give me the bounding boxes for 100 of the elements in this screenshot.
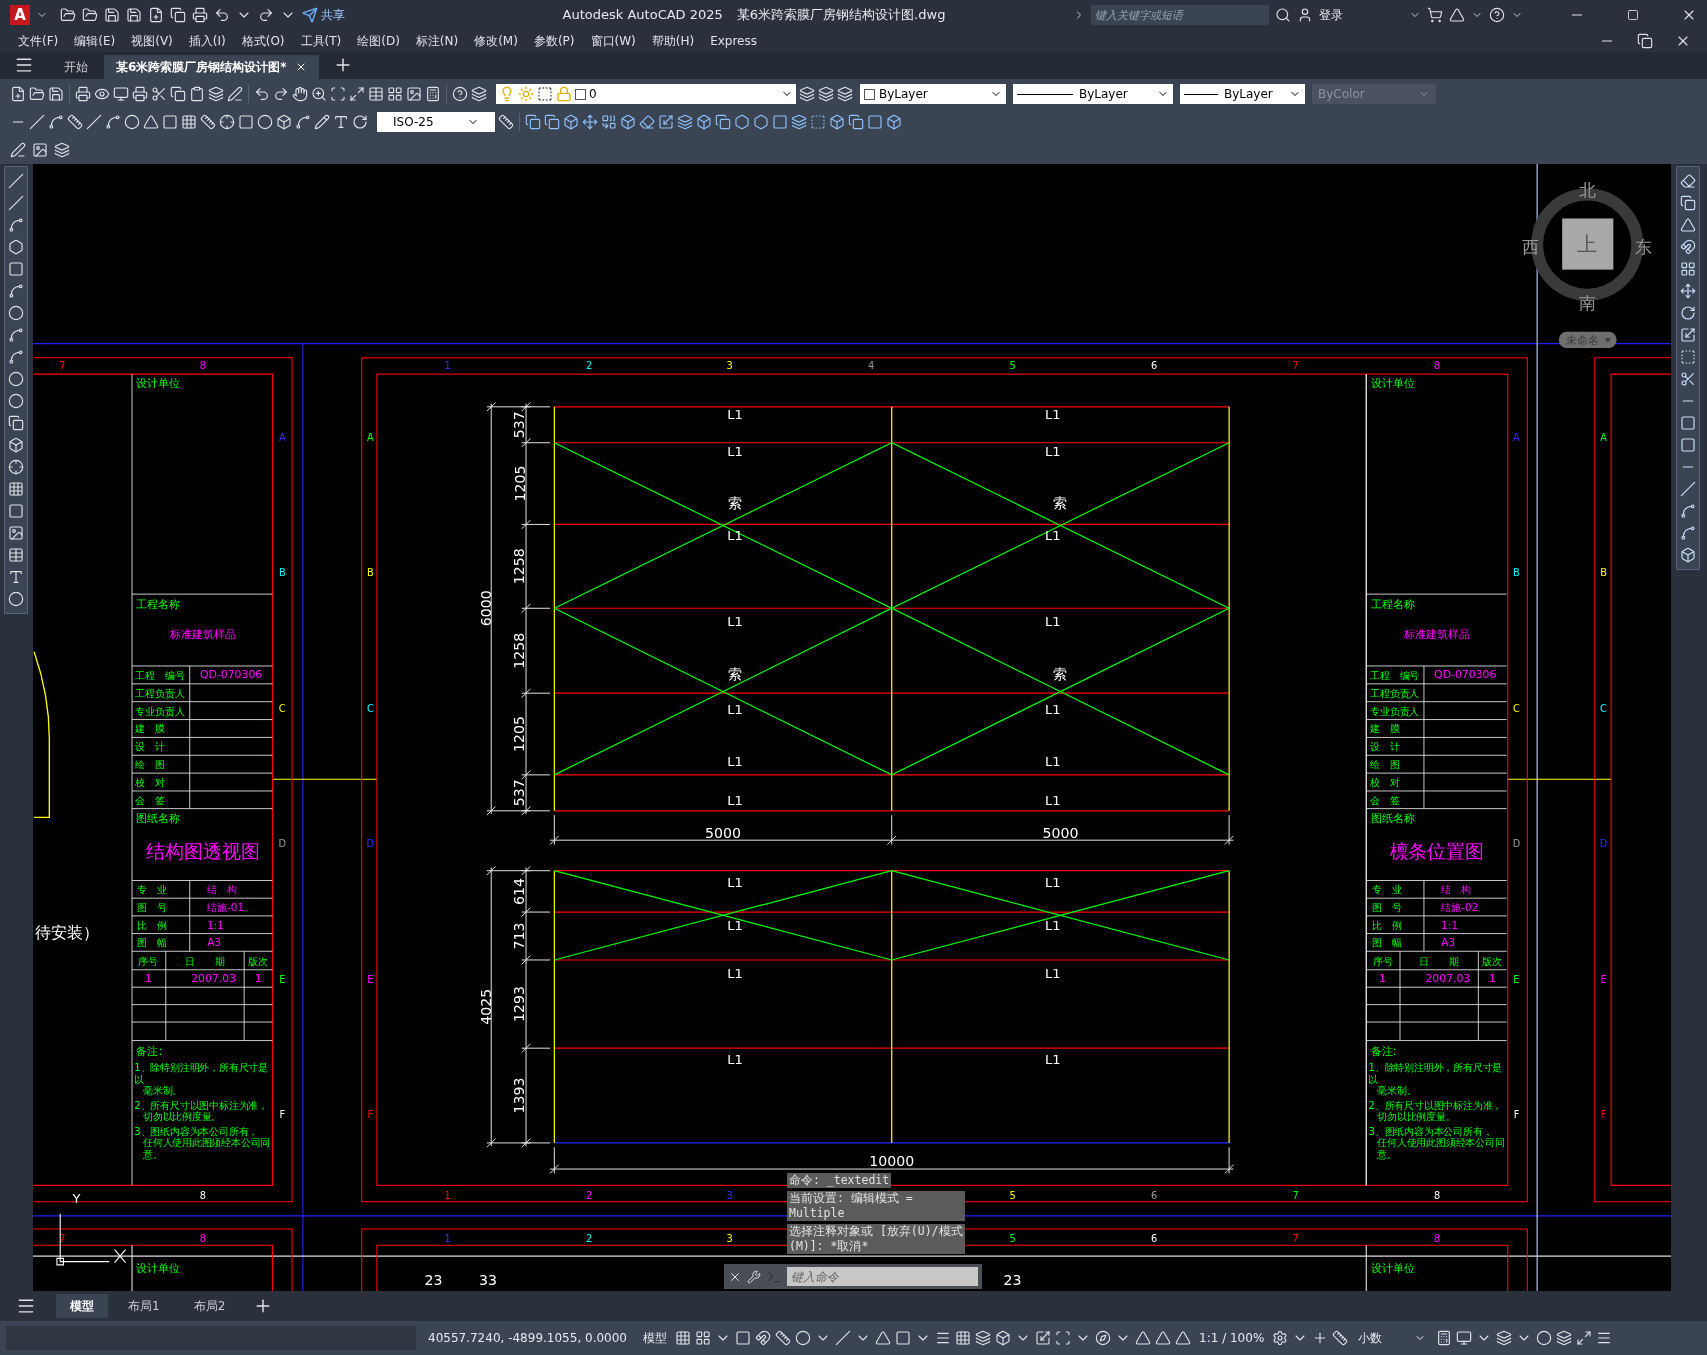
undo-icon[interactable] (254, 86, 270, 102)
grid-icon[interactable] (387, 86, 403, 102)
cart-icon[interactable] (1427, 7, 1443, 23)
square-icon[interactable] (8, 503, 24, 519)
menu-item[interactable]: Express (702, 32, 765, 50)
hand-icon[interactable] (292, 86, 308, 102)
layers-icon[interactable] (677, 114, 693, 130)
box-icon[interactable] (276, 114, 292, 130)
box-icon[interactable] (8, 437, 24, 453)
line-icon[interactable] (8, 173, 24, 189)
move-icon[interactable] (582, 114, 598, 130)
square-icon[interactable] (162, 114, 178, 130)
folder-icon[interactable] (82, 7, 98, 23)
login-link[interactable]: 登录 (1319, 6, 1343, 24)
triangle-icon[interactable] (1449, 7, 1465, 23)
spline-icon[interactable] (8, 349, 24, 365)
box-icon[interactable] (886, 114, 902, 130)
spline-icon[interactable] (8, 327, 24, 343)
menu-item[interactable]: 工具(T) (292, 32, 350, 50)
ruler-icon[interactable] (775, 1330, 791, 1346)
grid-icon[interactable] (181, 114, 197, 130)
ruler-icon[interactable] (67, 114, 83, 130)
share-button[interactable]: 共享 (302, 6, 345, 24)
layers-icon[interactable] (818, 86, 834, 102)
slash-icon[interactable] (8, 195, 24, 211)
hexagon-icon[interactable] (734, 114, 750, 130)
square-icon[interactable] (1680, 415, 1696, 431)
spline-icon[interactable] (295, 114, 311, 130)
layout-tab[interactable]: 模型 (56, 1294, 108, 1318)
circle-icon[interactable] (8, 591, 24, 607)
copy-icon[interactable] (544, 114, 560, 130)
square-icon[interactable] (735, 1330, 751, 1346)
file-plus-icon[interactable] (10, 86, 26, 102)
menu-icon[interactable] (16, 1296, 36, 1316)
triangle-icon[interactable] (1135, 1330, 1151, 1346)
ruler-icon[interactable] (498, 114, 514, 130)
table-icon[interactable] (8, 547, 24, 563)
lines-icon[interactable] (935, 1330, 951, 1346)
app-logo[interactable]: A (10, 5, 30, 25)
hexagon-icon[interactable] (753, 114, 769, 130)
image-icon[interactable] (32, 142, 48, 158)
copy-icon[interactable] (848, 114, 864, 130)
restore-icon[interactable] (1637, 33, 1653, 49)
square-icon[interactable] (238, 114, 254, 130)
box-icon[interactable] (696, 114, 712, 130)
spline-icon[interactable] (1680, 525, 1696, 541)
menu-icon[interactable] (14, 55, 34, 75)
file-tab[interactable]: 某6米跨索膜厂房钢结构设计图* (104, 55, 319, 79)
copy-icon[interactable] (170, 7, 186, 23)
eraser-icon[interactable] (1680, 173, 1696, 189)
layers-icon[interactable] (837, 86, 853, 102)
circle-icon[interactable] (8, 305, 24, 321)
zoom-in-icon[interactable] (311, 86, 327, 102)
menu-item[interactable]: 插入(I) (180, 32, 234, 50)
square-dashed-icon[interactable] (810, 114, 826, 130)
search-icon[interactable] (1275, 7, 1291, 23)
table-icon[interactable] (368, 86, 384, 102)
maximize-icon[interactable] (1576, 1330, 1593, 1346)
color-dropdown[interactable]: ByLayer (860, 84, 1006, 104)
layers-icon[interactable] (54, 142, 70, 158)
menu-item[interactable]: 参数(P) (525, 32, 583, 50)
pen-icon[interactable] (10, 142, 26, 158)
copy-icon[interactable] (525, 114, 541, 130)
copy-icon[interactable] (170, 86, 186, 102)
pen-icon[interactable] (227, 86, 243, 102)
scissors-icon[interactable] (151, 86, 167, 102)
hexagon-icon[interactable] (8, 239, 24, 255)
undo-icon[interactable] (214, 7, 230, 23)
save-icon[interactable] (48, 86, 64, 102)
printer-icon[interactable] (75, 86, 91, 102)
layout-tab[interactable]: 布局1 (114, 1294, 174, 1318)
layers-icon[interactable] (1556, 1330, 1573, 1346)
hatch-icon[interactable] (8, 481, 24, 497)
box-icon[interactable] (620, 114, 636, 130)
menu-icon[interactable] (1596, 1330, 1613, 1346)
rotate-icon[interactable] (1680, 305, 1696, 321)
folder-icon[interactable] (29, 86, 45, 102)
help-icon[interactable] (1489, 7, 1505, 23)
spline-icon[interactable] (48, 114, 64, 130)
circle-icon[interactable] (124, 114, 140, 130)
save-icon[interactable] (126, 7, 142, 23)
printer-icon[interactable] (192, 7, 208, 23)
slash-icon[interactable] (1680, 481, 1696, 497)
compass-icon[interactable] (1095, 1330, 1111, 1346)
triangle-icon[interactable] (143, 114, 159, 130)
menu-item[interactable]: 窗口(W) (582, 32, 644, 50)
image-icon[interactable] (8, 525, 24, 541)
box-icon[interactable] (829, 114, 845, 130)
search-field[interactable]: 键入关键字或短语 (1091, 5, 1269, 25)
text-icon[interactable] (333, 114, 349, 130)
triangle-icon[interactable] (1680, 217, 1696, 233)
spline-icon[interactable] (105, 114, 121, 130)
box-icon[interactable] (995, 1330, 1011, 1346)
square-icon[interactable] (895, 1330, 911, 1346)
dimension-style-dropdown[interactable]: ISO-25 (377, 112, 495, 132)
menu-item[interactable]: 修改(M) (466, 32, 526, 50)
user-icon[interactable] (1297, 7, 1313, 23)
lineweight-dropdown[interactable]: ByLayer (1180, 84, 1305, 104)
combine-icon[interactable] (601, 114, 617, 130)
monitor-icon[interactable] (113, 86, 129, 102)
